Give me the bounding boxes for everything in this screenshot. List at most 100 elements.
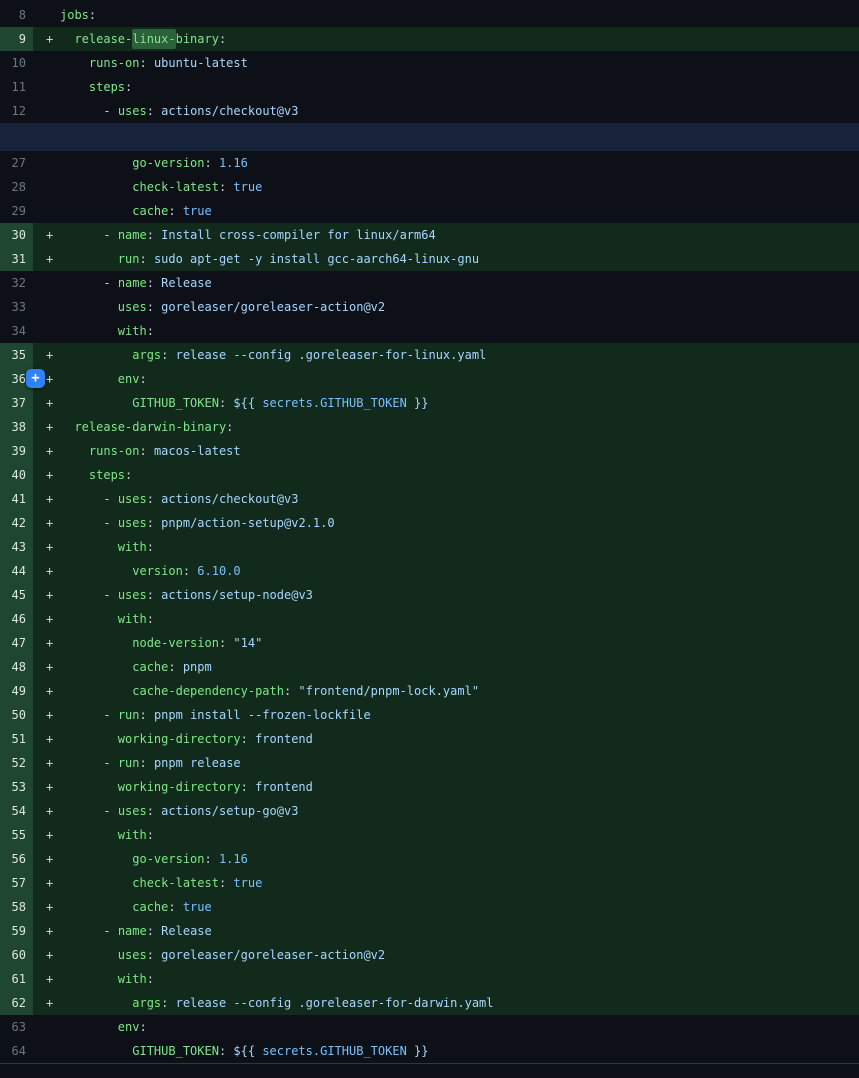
code-token: run [118, 708, 140, 722]
code-line: with: [60, 535, 859, 559]
line-number[interactable]: 49 [0, 679, 33, 703]
diff-row: 45+ - uses: actions/setup-node@v3 [0, 583, 859, 607]
code-token: working-directory [118, 732, 241, 746]
diff-marker: + [33, 535, 60, 559]
diff-row: 63 env: [0, 1015, 859, 1039]
diff-marker [33, 1039, 60, 1063]
line-number[interactable]: 34 [0, 319, 33, 343]
add-comment-button[interactable]: + [26, 369, 45, 388]
line-number[interactable]: 58 [0, 895, 33, 919]
line-number[interactable]: 48 [0, 655, 33, 679]
code-line: cache: true [60, 199, 859, 223]
line-number[interactable]: 31 [0, 247, 33, 271]
diff-row: 50+ - run: pnpm install --frozen-lockfil… [0, 703, 859, 727]
line-number[interactable]: 50 [0, 703, 33, 727]
code-token: actions/checkout@v3 [161, 104, 298, 118]
diff-row: 10 runs-on: ubuntu-latest [0, 51, 859, 75]
line-number[interactable]: 28 [0, 175, 33, 199]
line-number[interactable]: 45 [0, 583, 33, 607]
line-number[interactable]: 43 [0, 535, 33, 559]
code-line: - uses: actions/checkout@v3 [60, 487, 859, 511]
code-token: working-directory [118, 780, 241, 794]
diff-row: 55+ with: [0, 823, 859, 847]
line-number[interactable]: 51 [0, 727, 33, 751]
line-number[interactable]: 12 [0, 99, 33, 123]
line-number[interactable]: 63 [0, 1015, 33, 1039]
line-number[interactable]: 38 [0, 415, 33, 439]
line-number[interactable]: 56 [0, 847, 33, 871]
code-token: with [118, 828, 147, 842]
diff-marker: + [33, 919, 60, 943]
code-token: release-darwin-binary [74, 420, 226, 434]
line-number[interactable]: 35 [0, 343, 33, 367]
code-line: cache-dependency-path: "frontend/pnpm-lo… [60, 679, 859, 703]
diff-marker: + [33, 463, 60, 487]
diff-marker: + [33, 247, 60, 271]
code-token: name [118, 276, 147, 290]
code-token: run [118, 252, 140, 266]
code-token: : [140, 708, 154, 722]
code-line: env: [60, 367, 859, 391]
line-number[interactable]: 61 [0, 967, 33, 991]
code-line: uses: goreleaser/goreleaser-action@v2 [60, 295, 859, 319]
code-token: pnpm [183, 660, 212, 674]
line-number[interactable]: 53 [0, 775, 33, 799]
diff-marker: + [33, 487, 60, 511]
code-token: : [219, 396, 233, 410]
diff-row: 47+ node-version: "14" [0, 631, 859, 655]
line-number[interactable]: 37 [0, 391, 33, 415]
line-number[interactable]: 60 [0, 943, 33, 967]
code-token: : [147, 300, 161, 314]
line-number[interactable]: 8 [0, 3, 33, 27]
line-number[interactable]: 62 [0, 991, 33, 1015]
line-number[interactable]: 11 [0, 75, 33, 99]
line-number[interactable]: 9 [0, 27, 33, 51]
code-token: args [132, 348, 161, 362]
code-token: "14" [233, 636, 262, 650]
code-line: - name: Release [60, 919, 859, 943]
line-number[interactable]: 54 [0, 799, 33, 823]
code-token: : [205, 156, 219, 170]
code-token: : [147, 516, 161, 530]
line-number[interactable]: 33 [0, 295, 33, 319]
code-token: 6.10.0 [197, 564, 240, 578]
code-token: : [168, 204, 182, 218]
expand-hunk-row[interactable] [0, 123, 859, 151]
code-token: uses [118, 516, 147, 530]
code-token: uses [118, 948, 147, 962]
line-number[interactable]: 27 [0, 151, 33, 175]
line-number[interactable]: 46 [0, 607, 33, 631]
line-number[interactable]: 39 [0, 439, 33, 463]
line-number[interactable]: 52 [0, 751, 33, 775]
diff-row: 61+ with: [0, 967, 859, 991]
line-number[interactable]: 57 [0, 871, 33, 895]
line-number[interactable]: 30 [0, 223, 33, 247]
line-number[interactable]: 44 [0, 559, 33, 583]
code-token: - [103, 708, 117, 722]
code-token: : [147, 972, 154, 986]
diff-marker: + [33, 823, 60, 847]
line-number[interactable]: 41 [0, 487, 33, 511]
code-line: check-latest: true [60, 175, 859, 199]
line-number[interactable]: 42 [0, 511, 33, 535]
diff-marker: + [33, 943, 60, 967]
code-token: runs-on [89, 444, 140, 458]
code-line: release-linux-binary: [60, 27, 859, 51]
code-line: - uses: actions/setup-go@v3 [60, 799, 859, 823]
line-number[interactable]: 64 [0, 1039, 33, 1063]
line-number[interactable]: 32 [0, 271, 33, 295]
line-number[interactable]: 40 [0, 463, 33, 487]
code-token: : [147, 228, 161, 242]
diff-row: 59+ - name: Release [0, 919, 859, 943]
line-number[interactable]: 47 [0, 631, 33, 655]
line-number[interactable]: 59 [0, 919, 33, 943]
line-number[interactable]: 10 [0, 51, 33, 75]
code-token: : [147, 804, 161, 818]
code-line: args: release --config .goreleaser-for-l… [60, 343, 859, 367]
line-number[interactable]: 29 [0, 199, 33, 223]
code-token: name [118, 924, 147, 938]
diff-marker [33, 75, 60, 99]
code-token: : [147, 540, 154, 554]
code-token: : [168, 900, 182, 914]
line-number[interactable]: 55 [0, 823, 33, 847]
